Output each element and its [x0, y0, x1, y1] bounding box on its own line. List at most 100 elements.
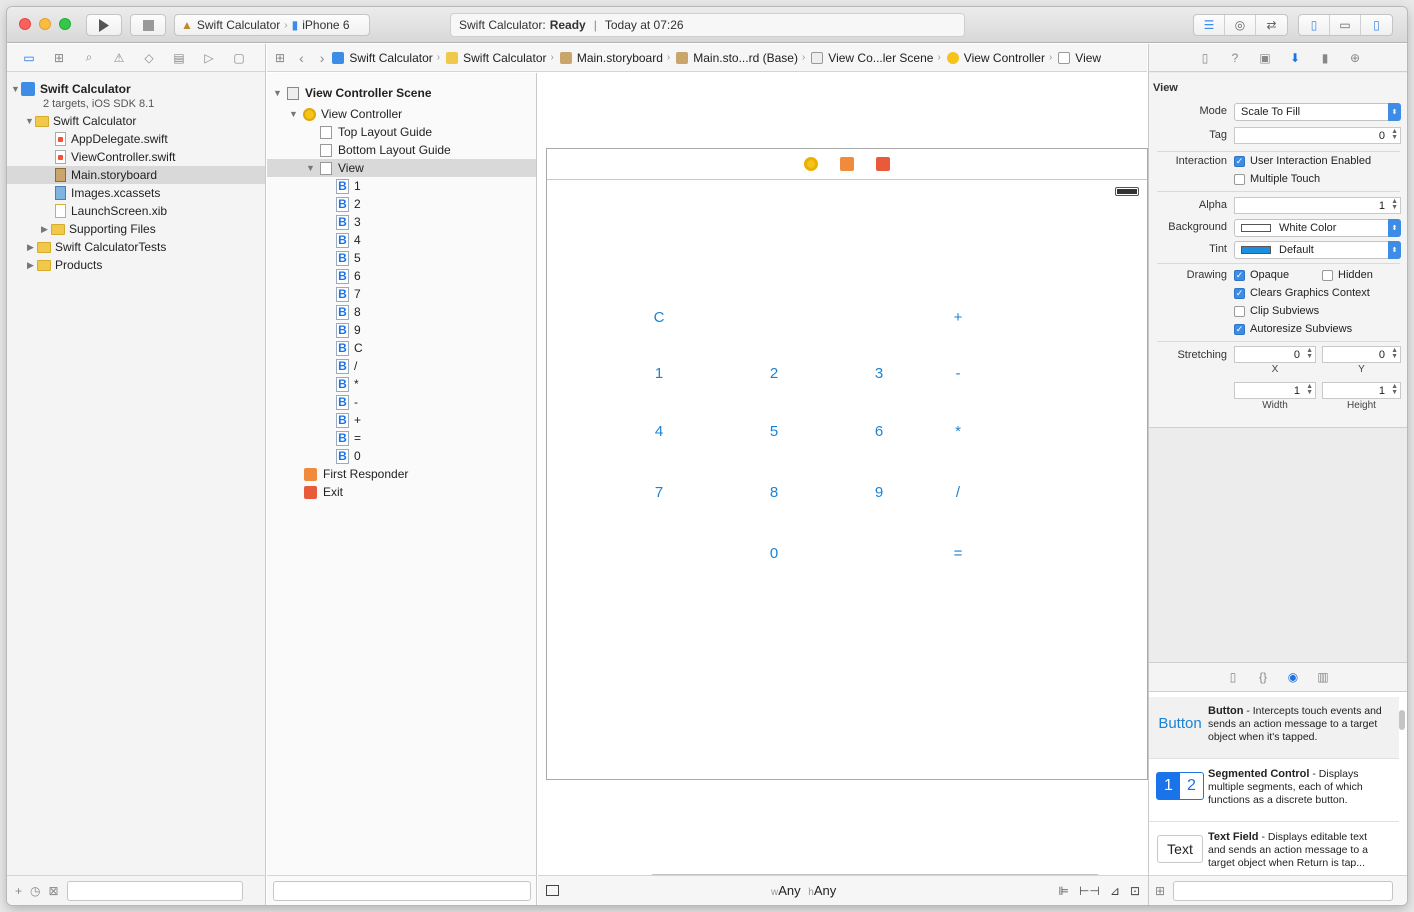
breadcrumb-project[interactable]: Swift Calculator ›	[332, 51, 446, 65]
outline-top-layout-guide[interactable]: Top Layout Guide	[320, 123, 432, 141]
stop-button[interactable]	[130, 14, 166, 36]
run-button[interactable]	[86, 14, 122, 36]
multiple-touch-checkbox[interactable]: Multiple Touch	[1234, 173, 1320, 185]
breadcrumb-storyboard-base[interactable]: Main.sto...rd (Base) ›	[676, 51, 811, 65]
close-window-button[interactable]	[19, 18, 31, 30]
outline-button-1[interactable]: B1	[336, 177, 361, 195]
outline-button-multiply[interactable]: B *	[336, 375, 359, 393]
outline-filter-input[interactable]	[273, 880, 531, 901]
calc-button-6[interactable]: 6	[875, 423, 883, 440]
outline-button-4[interactable]: B4	[336, 231, 361, 249]
tree-file-images[interactable]: Images.xcassets	[55, 184, 160, 202]
outline-button-8[interactable]: B8	[336, 303, 361, 321]
stretch-width-field[interactable]: 1 ▲ ▼	[1234, 382, 1316, 399]
stepper-icon[interactable]: ▲ ▼	[1306, 383, 1313, 396]
calc-button-1[interactable]: 1	[655, 365, 663, 382]
quick-help-icon[interactable]: ?	[1227, 50, 1243, 66]
outline-button-5[interactable]: B5	[336, 249, 361, 267]
clears-graphics-checkbox[interactable]: ✓ Clears Graphics Context	[1234, 287, 1370, 299]
hidden-checkbox[interactable]: Hidden	[1322, 269, 1373, 281]
stepper-icon[interactable]: ▲ ▼	[1391, 347, 1398, 360]
outline-bottom-layout-guide[interactable]: Bottom Layout Guide	[320, 141, 451, 159]
recent-icon[interactable]: ◷	[30, 884, 40, 898]
outline-button-2[interactable]: B2	[336, 195, 361, 213]
breadcrumb-scene[interactable]: View Co...ler Scene ›	[811, 51, 947, 65]
outline-button-3[interactable]: B3	[336, 213, 361, 231]
stretch-y-field[interactable]: 0 ▲ ▼	[1322, 346, 1401, 363]
file-inspector-icon[interactable]: ▯	[1197, 50, 1213, 66]
media-library-icon[interactable]: ▥	[1315, 669, 1331, 685]
outline-button-9[interactable]: B9	[336, 321, 361, 339]
breadcrumb-storyboard[interactable]: Main.storyboard ›	[559, 51, 676, 65]
outline-button-0[interactable]: B0	[336, 447, 361, 465]
outline-button-7[interactable]: B7	[336, 285, 361, 303]
calc-button-multiply[interactable]: *	[955, 423, 961, 440]
user-interaction-checkbox[interactable]: ✓ User Interaction Enabled	[1234, 155, 1371, 167]
calc-button-4[interactable]: 4	[655, 423, 663, 440]
disclosure-open-icon[interactable]: ▼	[289, 109, 299, 119]
log-icon[interactable]: ▢	[231, 50, 247, 66]
identity-inspector-icon[interactable]: ▣	[1257, 50, 1273, 66]
align-icon[interactable]: ⊫	[1059, 884, 1069, 898]
outline-toggle-icon[interactable]	[546, 885, 559, 896]
connections-inspector-icon[interactable]: ⊕	[1347, 50, 1363, 66]
clip-subviews-checkbox[interactable]: Clip Subviews	[1234, 305, 1319, 317]
warning-icon[interactable]: ⚠	[111, 50, 127, 66]
stepper-icon[interactable]: ▲ ▼	[1391, 198, 1398, 211]
mode-popup[interactable]: Scale To Fill ⬍	[1234, 103, 1401, 121]
calc-button-2[interactable]: 2	[770, 365, 778, 382]
attributes-inspector-icon[interactable]: ⬇	[1287, 50, 1303, 66]
tree-file-appdelegate[interactable]: AppDelegate.swift	[55, 130, 168, 148]
breadcrumb-view[interactable]: View	[1058, 51, 1101, 65]
utilities-toggle-icon[interactable]: ▯	[1361, 15, 1392, 35]
autoresize-checkbox[interactable]: ✓ Autoresize Subviews	[1234, 323, 1352, 335]
stepper-icon[interactable]: ▲ ▼	[1391, 128, 1398, 141]
code-snippet-icon[interactable]: {}	[1255, 669, 1271, 685]
editor-mode-segment[interactable]: ☰ ◎ ⇄	[1193, 14, 1288, 36]
calc-button-equals[interactable]: =	[954, 545, 963, 562]
outline-view[interactable]: ▼ View	[267, 159, 536, 177]
grid-view-icon[interactable]: ⊞	[1155, 884, 1165, 898]
pin-icon[interactable]: ⊢⊣	[1079, 884, 1100, 898]
storyboard-canvas[interactable]: C + 1 2 3 - 4 5 6 * 7 8 9 / 0 = wAny hAn…	[538, 73, 1148, 905]
tree-file-viewcontroller[interactable]: ViewController.swift	[55, 148, 175, 166]
minimize-window-button[interactable]	[39, 18, 51, 30]
library-item-button[interactable]: Button Button - Intercepts touch events …	[1149, 697, 1399, 759]
size-inspector-icon[interactable]: ▮	[1317, 50, 1333, 66]
symbol-navigator-icon[interactable]: ⊞	[51, 50, 67, 66]
outline-button-divide[interactable]: B /	[336, 357, 357, 375]
object-library-icon[interactable]: ◉	[1285, 669, 1301, 685]
forward-arrow-icon[interactable]: ›	[320, 50, 325, 66]
background-popup[interactable]: White Color ⬍	[1234, 219, 1401, 237]
view-controller-scene[interactable]: C + 1 2 3 - 4 5 6 * 7 8 9 / 0 =	[546, 148, 1148, 780]
calc-button-minus[interactable]: -	[956, 365, 961, 382]
tag-field[interactable]: 0 ▲ ▼	[1234, 127, 1401, 144]
outline-button-6[interactable]: B6	[336, 267, 361, 285]
debug-area-toggle-icon[interactable]: ▭	[1330, 15, 1361, 35]
breakpoint-icon[interactable]: ▷	[201, 50, 217, 66]
library-scrollbar[interactable]	[1399, 710, 1405, 730]
calc-button-9[interactable]: 9	[875, 484, 883, 501]
calc-button-plus[interactable]: +	[954, 309, 963, 326]
disclosure-open-icon[interactable]: ▼	[11, 84, 21, 94]
view-toggle-segment[interactable]: ▯ ▭ ▯	[1298, 14, 1393, 36]
first-responder-icon[interactable]	[840, 157, 854, 171]
calc-button-5[interactable]: 5	[770, 423, 778, 440]
outline-view-controller[interactable]: ▼ View Controller	[289, 105, 402, 123]
outline-scene[interactable]: ▼ View Controller Scene	[273, 84, 432, 102]
calc-button-divide[interactable]: /	[956, 484, 960, 501]
library-filter-input[interactable]	[1173, 880, 1394, 901]
resizing-icon[interactable]: ⊡	[1130, 884, 1140, 898]
breadcrumb-group[interactable]: Swift Calculator ›	[446, 51, 560, 65]
stepper-icon[interactable]: ▲ ▼	[1306, 347, 1313, 360]
disclosure-open-icon[interactable]: ▼	[306, 163, 316, 173]
outline-button-equals[interactable]: B =	[336, 429, 361, 447]
opaque-checkbox[interactable]: ✓ Opaque	[1234, 269, 1289, 281]
related-items-icon[interactable]: ⊞	[275, 51, 285, 65]
calc-button-8[interactable]: 8	[770, 484, 778, 501]
breadcrumb-view-controller[interactable]: View Controller ›	[946, 51, 1059, 65]
calc-button-c[interactable]: C	[654, 309, 665, 326]
tree-file-mainstoryboard[interactable]: Main.storyboard	[7, 166, 265, 184]
outline-button-plus[interactable]: B +	[336, 411, 361, 429]
tree-group-tests[interactable]: ▶ Swift CalculatorTests	[27, 238, 166, 256]
